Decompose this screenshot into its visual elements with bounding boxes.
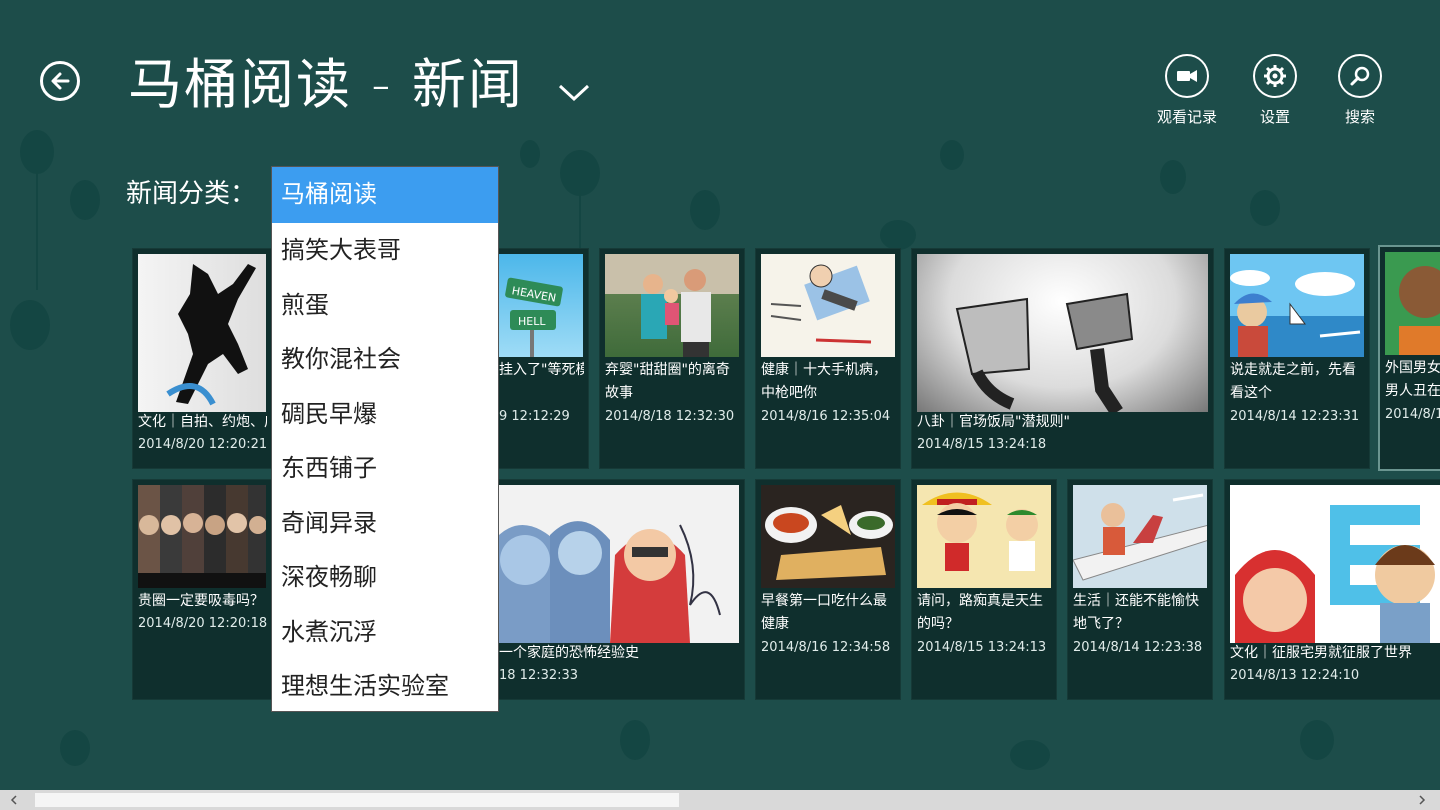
tile-image (138, 254, 266, 412)
tile-date: 2014/8/16 12:35:04 (761, 409, 891, 424)
tile-image (1230, 254, 1364, 357)
tile-caption: 健康｜十大手机病，中枪吧你 (761, 362, 887, 401)
settings-button[interactable]: 设置 (1235, 54, 1315, 134)
history-label: 观看记录 (1156, 108, 1217, 126)
tile-image (761, 254, 895, 357)
scrollbar-thumb[interactable] (35, 793, 679, 807)
tile-image (138, 485, 266, 588)
tile-caption: 文化｜自拍、约炮、广 (138, 414, 267, 430)
tile-date: 2014/8/14 12:23:31 (1230, 409, 1360, 424)
back-arrow-icon (51, 72, 70, 90)
tile-image (917, 485, 1051, 588)
tile-date: 18 12:32:33 (499, 668, 579, 683)
tile-date: 9 12:12:29 (499, 409, 570, 424)
tile-date: 2014/8/1 (1385, 407, 1440, 422)
tile-caption: 八卦｜官场饭局"潜规则" (917, 414, 1070, 430)
tile-caption: 一个家庭的恐怖经验史 (499, 645, 639, 661)
tile-image (605, 254, 739, 357)
category-option[interactable]: 东西铺子 (272, 441, 498, 496)
search-label: 搜索 (1344, 108, 1375, 126)
chevron-down-icon[interactable] (557, 80, 591, 104)
category-option[interactable]: 水煮沉浮 (272, 605, 498, 660)
tile-caption: 弃婴"甜甜圈"的离奇故事 (605, 362, 730, 401)
video-camera-icon (1177, 70, 1197, 82)
tile-date: 2014/8/13 12:24:10 (1230, 668, 1360, 683)
category-option[interactable]: 碉民早爆 (272, 387, 498, 442)
tile-image (1385, 252, 1440, 355)
category-option[interactable]: 搞笑大表哥 (272, 223, 498, 278)
tile-date: 2014/8/16 12:34:58 (761, 640, 891, 655)
tile-caption: 早餐第一口吃什么最健康 (761, 593, 887, 632)
scroll-left-icon[interactable] (4, 790, 24, 810)
back-button[interactable] (40, 61, 80, 101)
tile-caption: 文化｜征服宅男就征服了世界 (1230, 645, 1412, 661)
news-tile[interactable]: 弃婴"甜甜圈"的离奇故事 2014/8/18 12:32:30 (599, 248, 745, 469)
news-tile[interactable]: 八卦｜官场饭局"潜规则" 2014/8/15 13:24:18 (911, 248, 1214, 469)
tile-date: 2014/8/15 13:24:13 (917, 640, 1047, 655)
tile-image (761, 485, 895, 588)
gear-icon (1264, 65, 1286, 87)
category-option-selected[interactable]: 马桶阅读 (272, 167, 498, 223)
horizontal-scrollbar[interactable] (0, 790, 1440, 810)
news-tile[interactable]: 生活｜还能不能愉快地飞了？ 2014/8/14 12:23:38 (1067, 479, 1213, 700)
category-dropdown[interactable]: 马桶阅读 搞笑大表哥 煎蛋 教你混社会 碉民早爆 东西铺子 奇闻异录 深夜畅聊 … (271, 166, 499, 712)
tile-caption: 请问，路痴真是天生的吗？ (917, 593, 1043, 632)
settings-label: 设置 (1259, 108, 1290, 126)
page-title: 马桶阅读 - 新闻 (128, 53, 524, 116)
news-tile[interactable]: 健康｜十大手机病，中枪吧你 2014/8/16 12:35:04 (755, 248, 901, 469)
news-tile[interactable]: 说走就走之前，先看看这个 2014/8/14 12:23:31 (1224, 248, 1370, 469)
news-tile[interactable]: 早餐第一口吃什么最健康 2014/8/16 12:34:58 (755, 479, 901, 700)
tile-image (917, 254, 1208, 412)
category-option[interactable]: 教你混社会 (272, 332, 498, 387)
news-tile[interactable]: 请问，路痴真是天生的吗？ 2014/8/15 13:24:13 (911, 479, 1057, 700)
search-button[interactable]: 搜索 (1320, 54, 1400, 134)
news-tile[interactable]: 贵圈一定要吸毒吗？ 2014/8/20 12:20:18 (132, 479, 272, 700)
tile-date: 2014/8/20 12:20:18 (138, 616, 268, 631)
tile-date: 2014/8/20 12:20:21 (138, 437, 268, 452)
news-tile[interactable]: 文化｜征服宅男就征服了世界 2014/8/13 12:24:10 (1224, 479, 1440, 700)
tile-caption: 贵圈一定要吸毒吗？ (138, 593, 264, 609)
tile-caption: 生活｜还能不能愉快地飞了？ (1073, 593, 1199, 632)
scroll-right-icon[interactable] (1412, 790, 1432, 810)
tile-date: 2014/8/18 12:32:30 (605, 409, 735, 424)
search-icon (1350, 66, 1370, 86)
news-tile[interactable]: 文化｜自拍、约炮、广 2014/8/20 12:20:21 (132, 248, 272, 469)
tile-date: 2014/8/15 13:24:18 (917, 437, 1047, 452)
news-tile[interactable]: 外国男女男人丑在 2014/8/1 (1378, 245, 1440, 471)
category-label: 新闻分类： (126, 179, 257, 209)
category-option[interactable]: 理想生活实验室 (272, 659, 498, 714)
tile-image (1073, 485, 1207, 588)
category-option[interactable]: 奇闻异录 (272, 496, 498, 551)
tile-caption: 说走就走之前，先看看这个 (1230, 362, 1356, 401)
tile-caption: 外国男女男人丑在 (1385, 360, 1440, 399)
category-option[interactable]: 深夜畅聊 (272, 550, 498, 605)
hell-sign-text: HELL (518, 315, 546, 328)
tile-caption: 挂入了"等死模 (499, 362, 584, 378)
category-option[interactable]: 煎蛋 (272, 278, 498, 333)
tile-image (1230, 485, 1440, 643)
tile-date: 2014/8/14 12:23:38 (1073, 640, 1203, 655)
history-button[interactable]: 观看记录 (1147, 54, 1227, 134)
